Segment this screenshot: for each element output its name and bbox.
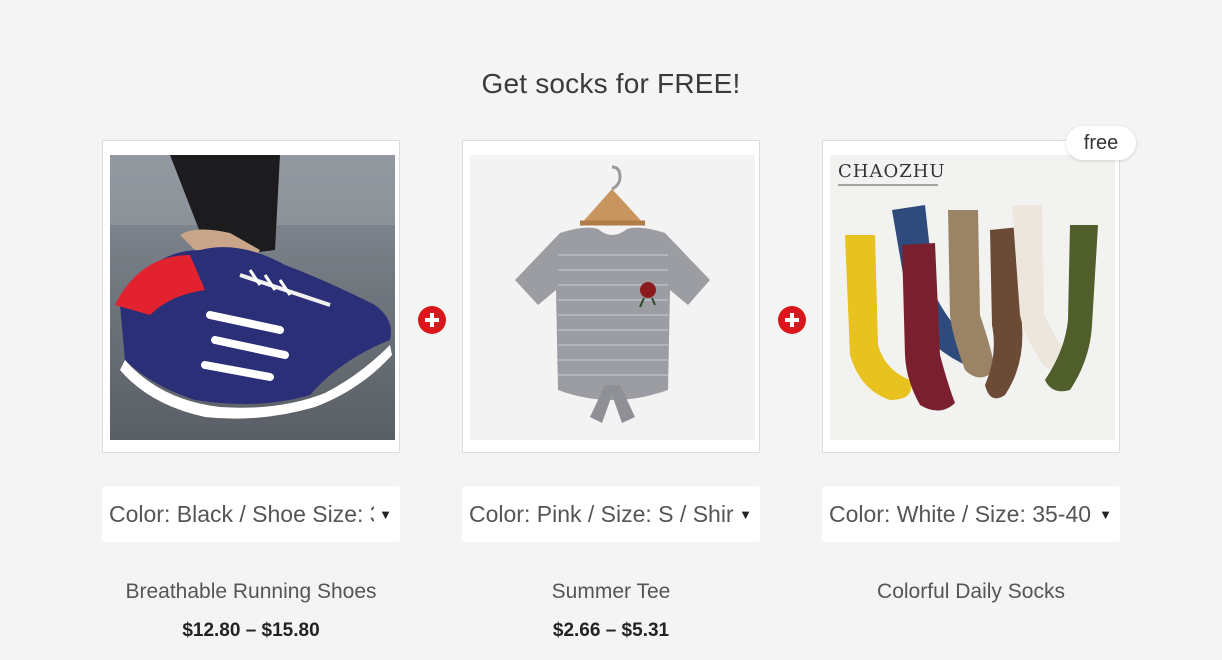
- variant-select-tee[interactable]: Color: Pink / Size: S / Shirt ▼: [462, 486, 760, 542]
- product-name-shoes[interactable]: Breathable Running Shoes: [102, 580, 400, 604]
- dropdown-caret-icon: ▼: [379, 507, 392, 522]
- product-price-shoes: $12.80 – $15.80: [182, 620, 320, 641]
- variant-select-value: Color: White / Size: 35-40: [829, 501, 1092, 527]
- product-price-tee: $2.66 – $5.31: [552, 620, 670, 641]
- product-image-socks[interactable]: CHAOZHU: [830, 155, 1115, 440]
- brand-logo: CHAOZHU: [838, 161, 946, 182]
- variant-select-socks[interactable]: Color: White / Size: 35-40 ▼: [822, 486, 1120, 542]
- t-shirt-icon: [470, 155, 755, 440]
- product-card-shoes[interactable]: [102, 140, 400, 453]
- variant-select-value: Color: Black / Shoe Size: 39: [109, 501, 374, 527]
- product-card-socks[interactable]: CHAOZHU: [822, 140, 1120, 453]
- product-name-socks[interactable]: Colorful Daily Socks: [822, 580, 1120, 604]
- plus-icon: [418, 306, 446, 334]
- variant-select-value: Color: Pink / Size: S / Shirt: [469, 501, 734, 527]
- variant-select-shoes[interactable]: Color: Black / Shoe Size: 39 ▼: [102, 486, 400, 542]
- free-badge: free: [1066, 126, 1136, 160]
- running-shoe-icon: [110, 155, 395, 440]
- product-image-tee[interactable]: [470, 155, 755, 440]
- product-card-tee[interactable]: [462, 140, 760, 453]
- dropdown-caret-icon: ▼: [739, 507, 752, 522]
- dropdown-caret-icon: ▼: [1099, 507, 1112, 522]
- socks-icon: CHAOZHU: [830, 155, 1115, 440]
- product-name-tee[interactable]: Summer Tee: [462, 580, 760, 604]
- plus-icon: [778, 306, 806, 334]
- bundle-headline: Get socks for FREE!: [481, 68, 741, 99]
- product-image-shoes[interactable]: [110, 155, 395, 440]
